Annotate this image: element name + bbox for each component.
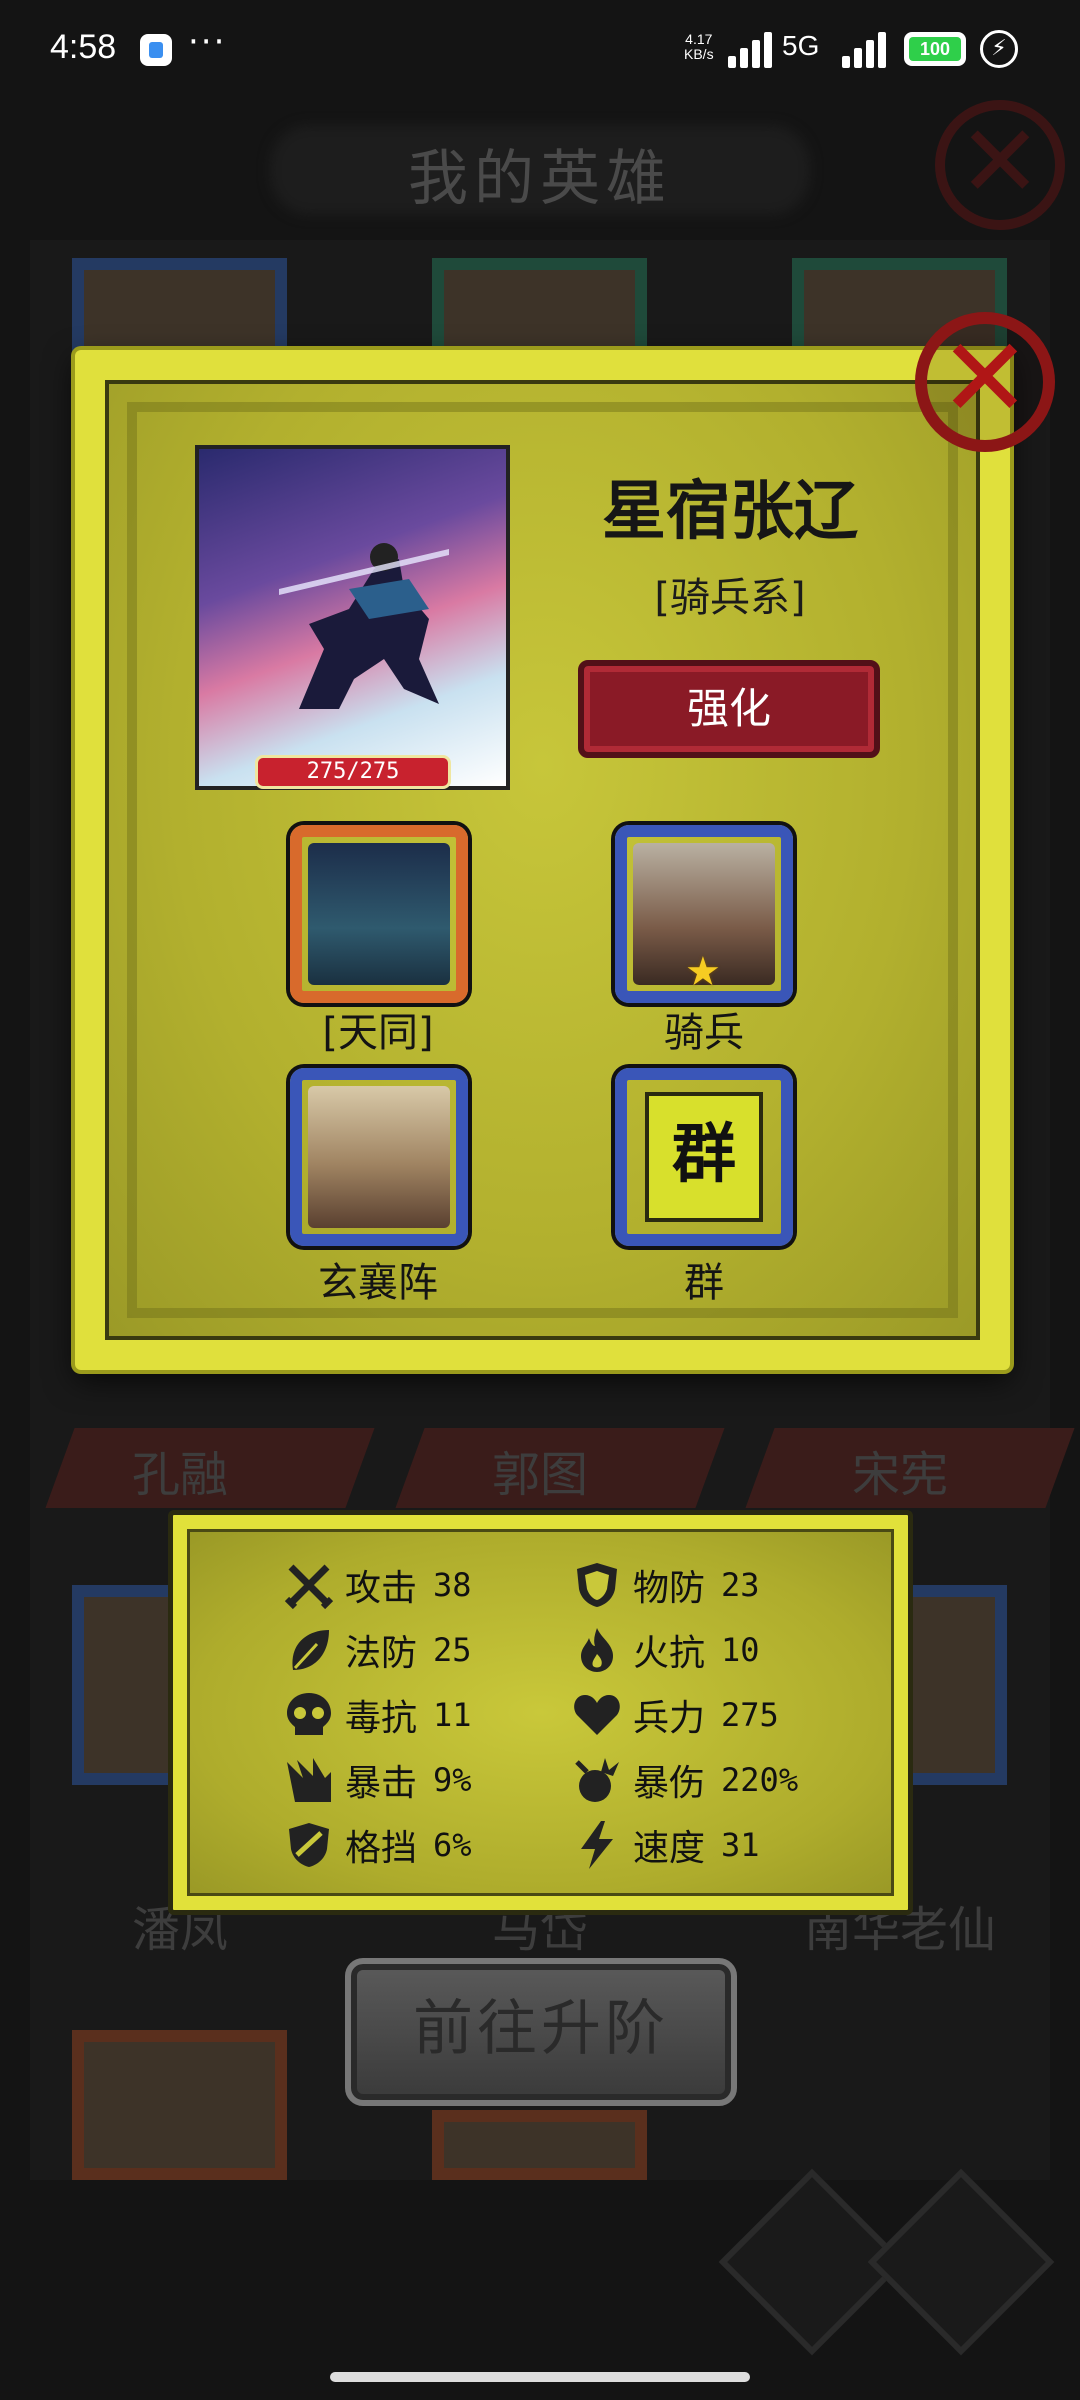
stat-label: 火抗 [633,1633,706,1674]
stat-critical: 暴击 9% [283,1752,472,1808]
stat-value: 10 [721,1631,760,1669]
status-bar: 4:58 ··· 4.17 KB/s 5G 100 ⚡ [0,0,1080,100]
battery-icon: 100 [904,32,966,66]
stat-fire-resist: 火抗 10 [571,1622,760,1678]
bg-hero-card [72,2030,287,2180]
skill-slot-formation[interactable] [290,1068,468,1246]
hero-stats-panel: 攻击 38 法防 25 毒抗 11 暴击 9% 格挡 6% 物防 23 火抗 1… [168,1510,913,1915]
stat-label: 攻击 [345,1568,418,1609]
network-speed-unit: KB/s [684,46,714,62]
explosion-icon [575,1758,619,1802]
network-speed: 4.17 KB/s [684,32,714,62]
broken-shield-icon [289,1823,329,1867]
signal-icon-2 [842,32,890,68]
skill-label: 玄襄阵 [318,1260,438,1306]
star-icon: ★ [685,949,721,995]
stat-value: 25 [433,1631,472,1669]
stat-attack: 攻击 38 [283,1557,472,1613]
stat-block: 格挡 6% [283,1817,472,1873]
stat-value: 11 [433,1696,472,1734]
more-notifications-icon: ··· [188,22,227,62]
formation-icon [308,1086,450,1228]
skill-label: [天同] [322,1010,434,1056]
stat-label: 暴伤 [633,1763,706,1804]
page-close-icon[interactable]: ✕ [935,100,1065,230]
home-indicator[interactable] [330,2372,750,2382]
bg-hero-card [432,2110,647,2180]
stat-value: 220% [721,1761,799,1799]
app-notification-icon [140,34,172,66]
stat-label: 物防 [633,1568,706,1609]
stat-value: 31 [721,1826,760,1864]
bg-hero-name: 孔融 [131,1447,228,1503]
stat-physical-defense: 物防 23 [571,1557,760,1613]
claw-icon [287,1758,331,1802]
stat-value: 9% [433,1761,472,1799]
stat-magic-defense: 法防 25 [283,1622,472,1678]
stat-value: 6% [433,1826,472,1864]
cavalry-rider-illustration [279,543,449,709]
skill-label: 群 [684,1260,724,1306]
shield-icon [577,1563,617,1607]
bg-hero-name: 宋宪 [851,1447,948,1503]
charging-icon: ⚡ [980,30,1018,68]
status-time: 4:58 [50,28,117,66]
upgrade-button[interactable]: 强化 [578,660,880,758]
signal-icon [728,32,776,68]
network-speed-value: 4.17 [685,31,713,47]
skill-slot-cavalry[interactable]: ★ [615,825,793,1003]
lightning-icon [581,1821,613,1869]
stat-critical-damage: 暴伤 220% [571,1752,798,1808]
stat-troops: 兵力 275 [571,1687,779,1743]
hero-portrait [195,445,510,790]
heart-icon [574,1695,620,1735]
stat-value: 38 [433,1566,472,1604]
skull-icon [287,1693,331,1735]
stat-label: 格挡 [345,1828,418,1869]
page-title: 我的英雄 [408,144,672,214]
hero-hp-bar: 275/275 [255,755,451,789]
go-advance-button[interactable]: 前往升阶 [345,1958,737,2106]
leaf-icon [292,1630,329,1670]
hero-name: 星宿张辽 [602,475,858,549]
skill-label: 骑兵 [664,1010,744,1056]
flame-icon [581,1628,613,1672]
network-type: 5G [782,30,820,61]
starry-palace-icon [308,843,450,985]
bg-hero-name: 郭图 [491,1447,588,1503]
stat-value: 23 [721,1566,760,1604]
stat-speed: 速度 31 [571,1817,760,1873]
hero-class: [骑兵系] [654,575,806,621]
stat-label: 兵力 [633,1698,706,1739]
stat-label: 速度 [633,1828,706,1869]
filter-icon[interactable] [867,2168,1055,2356]
stat-value: 275 [721,1696,779,1734]
crossed-swords-icon [284,1564,334,1610]
stat-poison-resist: 毒抗 11 [283,1687,472,1743]
stat-label: 暴击 [345,1763,418,1804]
stat-label: 法防 [345,1633,418,1674]
modal-close-icon[interactable]: ✕ [915,312,1055,452]
skill-slot-tiantong[interactable] [290,825,468,1003]
skill-slot-faction[interactable]: 群 [615,1068,793,1246]
faction-banner-icon: 群 [645,1092,763,1222]
battery-level: 100 [909,37,961,61]
stat-label: 毒抗 [345,1698,418,1739]
